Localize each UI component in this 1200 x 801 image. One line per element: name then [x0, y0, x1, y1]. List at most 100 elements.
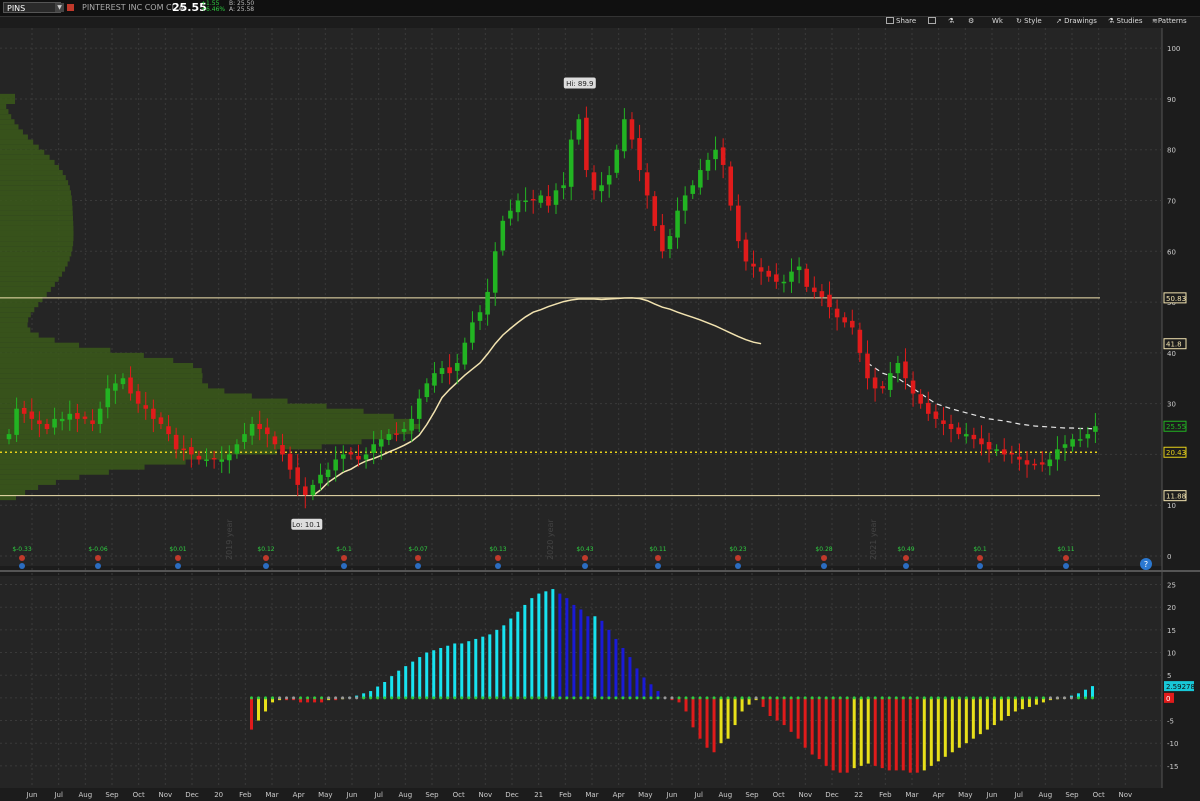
candle-body — [774, 274, 779, 282]
zero-line-dot — [488, 696, 492, 700]
zero-line-dot — [383, 696, 387, 700]
candle-body — [439, 368, 445, 374]
candle-body — [606, 175, 612, 185]
dividend-icon — [19, 563, 25, 569]
histogram-bar — [859, 697, 863, 766]
candle-body — [59, 418, 65, 422]
candle-body — [295, 467, 300, 485]
price-axis-bubble: 20.43 — [1163, 446, 1187, 458]
histogram-bar — [411, 661, 415, 698]
candle-body — [348, 452, 354, 455]
zero-line-dot — [754, 696, 758, 700]
histogram-bar — [642, 677, 646, 698]
candle-body — [14, 408, 19, 435]
y-tick-label: 100 — [1167, 45, 1180, 53]
zero-line-dot — [789, 696, 793, 700]
x-tick-label: Aug — [398, 791, 412, 799]
volume-profile-bar — [0, 154, 50, 160]
volume-profile-bar — [0, 98, 15, 105]
zero-line-dot — [607, 696, 611, 700]
x-tick-label: 22 — [854, 791, 863, 799]
zero-line-dot — [1034, 696, 1038, 700]
price-axis-bubble: 41.8 — [1163, 338, 1187, 350]
candle-body — [113, 383, 118, 391]
volume-profile-bar — [0, 444, 322, 450]
zero-line-dot — [495, 696, 499, 700]
dividend-icon — [903, 563, 909, 569]
x-tick-label: 20 — [214, 791, 223, 799]
zero-line-dot — [1048, 696, 1052, 700]
price-axis-bubble-text: 11.88 — [1166, 493, 1186, 501]
price-chart[interactable]: Jun Jul Aug Sep Oct Nov Dec 20 Feb Mar Apr May Jun Ju… — [0, 0, 1200, 801]
dividend-icon — [977, 563, 983, 569]
zero-line-dot — [467, 696, 471, 700]
candle-body — [705, 159, 711, 171]
volume-profile-bar — [0, 241, 74, 247]
high-label-text: Hi: 89.9 — [566, 80, 593, 88]
y-tick-label: 70 — [1167, 198, 1176, 206]
candle-body — [333, 459, 338, 471]
earnings-value: $0.13 — [489, 546, 506, 553]
high-label: Hi: 89.9 — [563, 77, 596, 89]
volume-profile-bar — [0, 109, 9, 115]
zero-line-dot — [866, 696, 870, 700]
hist-y-tick-label: 5 — [1167, 672, 1171, 680]
histogram-bar — [432, 650, 436, 698]
candle-body — [310, 484, 316, 496]
candle-body — [454, 363, 460, 371]
candle-body — [530, 198, 536, 201]
volume-profile-bar — [0, 149, 45, 155]
candle-body — [819, 291, 825, 297]
x-tick-label: Sep — [105, 791, 119, 799]
volume-profile-bar — [0, 403, 327, 409]
zero-line-dot — [586, 696, 590, 700]
x-tick-label: Dec — [505, 791, 519, 799]
histogram-bar — [971, 697, 975, 739]
candle-body — [462, 342, 468, 365]
x-tick-label: Mar — [905, 791, 918, 799]
histogram-bar — [390, 676, 394, 698]
histogram-bar — [376, 686, 380, 698]
zero-line-dot — [1006, 696, 1010, 700]
candle-body — [105, 388, 111, 408]
volume-profile-bar — [0, 327, 31, 333]
candle-body — [318, 474, 323, 484]
candle-body — [44, 423, 50, 430]
earnings-icon — [341, 555, 347, 561]
help-button: ? — [1140, 558, 1152, 570]
earnings-value: $0.43 — [576, 546, 593, 553]
candle-body — [675, 210, 680, 238]
candle-body — [272, 436, 278, 445]
zero-line-dot — [761, 696, 765, 700]
x-tick-label: Feb — [879, 791, 892, 799]
zero-line-dot — [670, 696, 674, 700]
volume-profile-bar — [0, 170, 63, 176]
candle-body — [933, 411, 939, 419]
candle-body — [416, 398, 422, 419]
candle-body — [67, 413, 73, 420]
earnings-value: $0.49 — [897, 546, 914, 553]
volume-profile-bar — [0, 474, 80, 480]
candle-body — [211, 457, 217, 460]
zero-line-dot — [824, 696, 828, 700]
candle-body — [629, 119, 635, 140]
volume-profile-bar — [0, 337, 55, 343]
zero-line-dot — [1013, 696, 1017, 700]
x-tick-label: May — [958, 791, 972, 799]
x-tick-label: Oct — [773, 791, 785, 799]
candle-body — [135, 391, 141, 404]
price-axis-bubble: 25.55 — [1163, 420, 1187, 432]
candle-body — [371, 444, 376, 453]
zero-line-dot — [859, 696, 863, 700]
candle-body — [386, 434, 392, 440]
candle-body — [1039, 462, 1045, 465]
candle-body — [6, 434, 12, 440]
candle-body — [850, 320, 855, 328]
candle-body — [280, 445, 285, 455]
histogram-bar — [621, 648, 625, 698]
histogram-bar — [992, 697, 996, 726]
candle-body — [409, 418, 414, 431]
histogram-bar — [999, 697, 1003, 721]
zero-line-dot — [1076, 696, 1080, 700]
x-tick-label: Oct — [1093, 791, 1105, 799]
